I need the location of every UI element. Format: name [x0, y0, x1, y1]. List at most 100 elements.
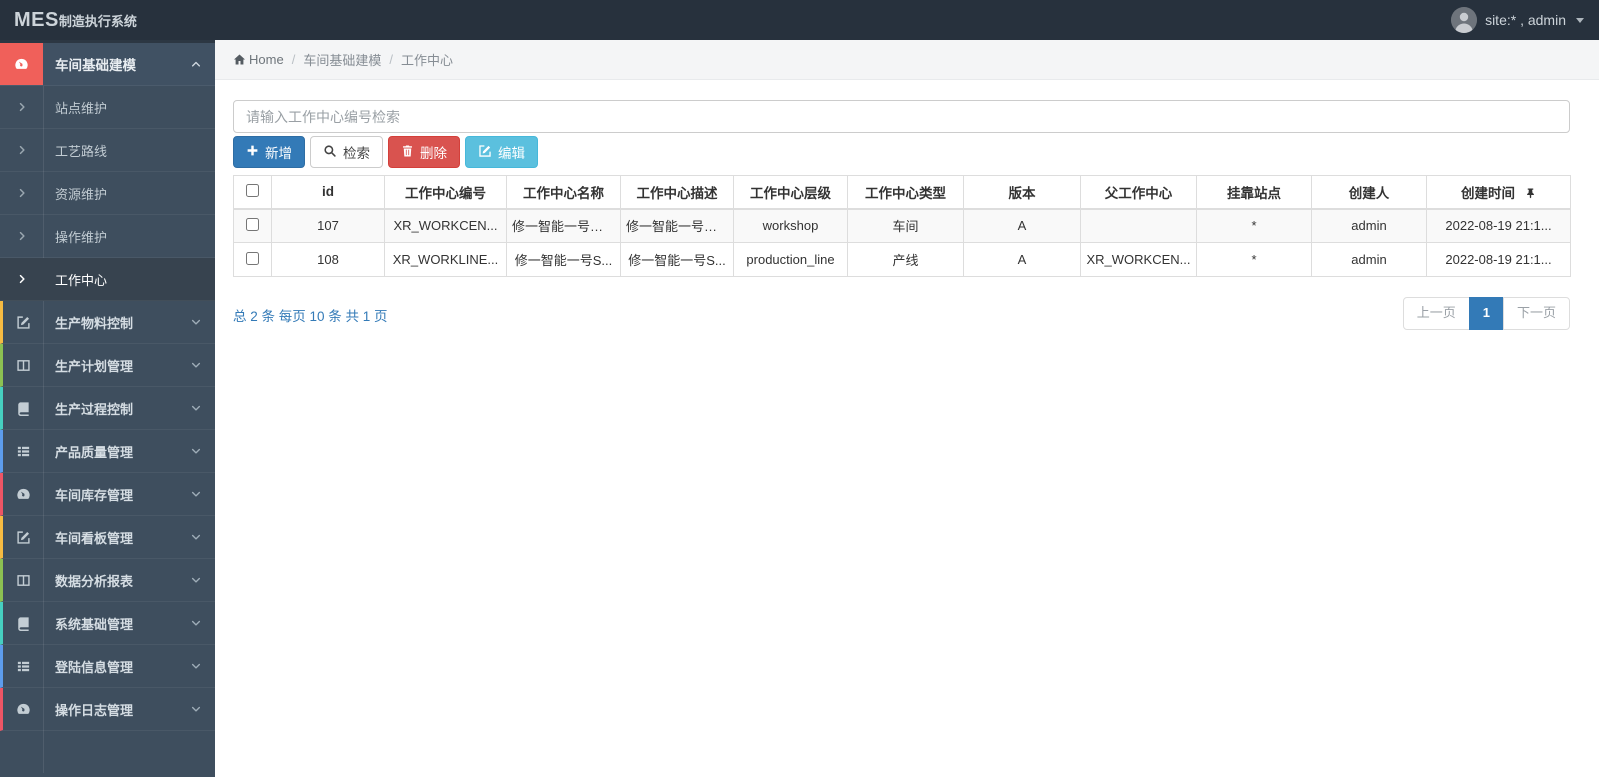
column-header-父工作中心: 父工作中心	[1080, 175, 1197, 210]
sidebar-group-车间库存管理[interactable]: 车间库存管理	[0, 473, 215, 516]
sidebar-group-车间看板管理[interactable]: 车间看板管理	[0, 516, 215, 559]
column-header-label: 工作中心名称	[523, 185, 604, 201]
add-button[interactable]: 新增	[233, 136, 305, 168]
column-header-工作中心类型: 工作中心类型	[847, 175, 964, 210]
caret-down-icon	[1576, 17, 1584, 23]
chevron-up-icon	[190, 58, 202, 70]
table-cell: 产线	[847, 242, 964, 277]
column-header-工作中心名称: 工作中心名称	[506, 175, 621, 210]
sidebar-group-workshop-modeling[interactable]: 车间基础建模	[0, 40, 215, 86]
pencil-square-icon	[16, 315, 31, 330]
edit-button[interactable]: 编辑	[465, 136, 538, 168]
sidebar-group-生产物料控制[interactable]: 生产物料控制	[0, 301, 215, 344]
content-area: 新增 检索 删除 编辑 id 工作中心编号 工作中心名称 工作中心描述 工作中心层级 工作…	[215, 100, 1599, 330]
table-cell: 修一智能一号S...	[506, 242, 621, 277]
list-icon	[16, 659, 31, 674]
table-cell: 车间	[847, 208, 964, 243]
sidebar-group-label: 产品质量管理	[55, 444, 134, 460]
table-cell: A	[963, 208, 1081, 243]
plus-icon	[246, 144, 259, 160]
search-input[interactable]	[233, 100, 1570, 133]
sidebar-group-生产过程控制[interactable]: 生产过程控制	[0, 387, 215, 430]
gauge-icon	[14, 57, 29, 72]
search-button[interactable]: 检索	[310, 136, 383, 168]
sidebar-group-label: 生产物料控制	[55, 315, 134, 331]
table-cell: XR_WORKCEN...	[384, 208, 507, 243]
column-header-版本: 版本	[963, 175, 1081, 210]
prev-page-button[interactable]: 上一页	[1402, 297, 1470, 330]
row-checkbox[interactable]	[246, 217, 259, 231]
pencil-square-icon	[16, 530, 31, 545]
sidebar-group-label: 系统基础管理	[55, 616, 134, 632]
chevron-right-icon	[16, 273, 28, 285]
chevron-right-icon	[16, 101, 28, 113]
row-select-cell	[233, 208, 272, 243]
sidebar-item-工作中心-active[interactable]: 工作中心	[0, 258, 215, 301]
row-checkbox[interactable]	[246, 251, 259, 265]
table-cell: 107	[271, 208, 385, 243]
next-page-button[interactable]: 下一页	[1502, 297, 1570, 330]
column-header-工作中心编号: 工作中心编号	[384, 175, 507, 210]
chevron-down-icon	[190, 359, 202, 371]
column-header-工作中心层级: 工作中心层级	[733, 175, 848, 210]
chevron-down-icon	[190, 660, 202, 672]
select-all-header-cell	[233, 175, 272, 210]
sidebar-group-登陆信息管理[interactable]: 登陆信息管理	[0, 645, 215, 688]
sidebar-item-资源维护[interactable]: 资源维护	[0, 172, 215, 215]
sidebar-item-操作维护[interactable]: 操作维护	[0, 215, 215, 258]
chevron-down-icon	[190, 488, 202, 500]
table-cell: workshop	[733, 208, 848, 243]
sidebar-item-工艺路线[interactable]: 工艺路线	[0, 129, 215, 172]
chevron-down-icon	[190, 316, 202, 328]
page-1-button[interactable]: 1	[1468, 297, 1504, 330]
delete-button[interactable]: 删除	[388, 136, 460, 168]
sidebar-group-label: 车间库存管理	[55, 487, 134, 503]
select-all-checkbox[interactable]	[246, 183, 259, 197]
column-header-label: 工作中心层级	[750, 185, 831, 201]
breadcrumb-link[interactable]: 车间基础建模	[303, 50, 381, 69]
sidebar-group-产品质量管理[interactable]: 产品质量管理	[0, 430, 215, 473]
table-cell: 修一智能一号车间	[506, 208, 621, 243]
column-header-label: 挂靠站点	[1227, 185, 1281, 201]
table-cell: 2022-08-19 21:1...	[1426, 242, 1571, 277]
table-cell: 2022-08-19 21:1...	[1426, 208, 1571, 243]
chevron-down-icon	[190, 531, 202, 543]
pager: 上一页 1 下一页	[1402, 297, 1570, 330]
column-header-挂靠站点: 挂靠站点	[1196, 175, 1312, 210]
active-group-icon-block	[0, 43, 43, 85]
sidebar-item-label: 站点维护	[55, 100, 108, 116]
row-select-cell	[233, 242, 272, 277]
column-header-label: 工作中心描述	[636, 185, 718, 201]
sidebar-item-label: 操作维护	[55, 229, 108, 245]
home-icon	[233, 53, 246, 66]
table-cell: 108	[271, 242, 385, 277]
sidebar-group-操作日志管理[interactable]: 操作日志管理	[0, 688, 215, 731]
sidebar-group-数据分析报表[interactable]: 数据分析报表	[0, 559, 215, 602]
column-header-label: 版本	[1008, 185, 1036, 201]
user-menu[interactable]: site:* , admin	[1451, 7, 1584, 33]
table-row[interactable]: 108 XR_WORKLINE... 修一智能一号S... 修一智能一号S... pro…	[233, 242, 1571, 277]
table-cell: *	[1196, 242, 1312, 277]
columns-icon	[16, 358, 31, 373]
pin-icon[interactable]	[1525, 187, 1536, 199]
app-logo-primary: MES	[14, 8, 59, 31]
sidebar-item-站点维护[interactable]: 站点维护	[0, 86, 215, 129]
chevron-right-icon	[16, 230, 28, 242]
app-logo[interactable]: MES 制造执行系统	[14, 9, 137, 32]
sidebar-group-系统基础管理[interactable]: 系统基础管理	[0, 602, 215, 645]
column-header-label: 创建时间	[1461, 185, 1515, 201]
column-header-创建人: 创建人	[1311, 175, 1427, 210]
table-cell: admin	[1311, 208, 1427, 243]
breadcrumb-home-link[interactable]: Home	[233, 52, 284, 67]
book-icon	[16, 616, 31, 631]
work-center-table: id 工作中心编号 工作中心名称 工作中心描述 工作中心层级 工作中心类型 版本 父工作中心 挂…	[233, 175, 1571, 277]
sidebar-group-生产计划管理[interactable]: 生产计划管理	[0, 344, 215, 387]
table-row[interactable]: 107 XR_WORKCEN... 修一智能一号车间 修一智能一号车间 workshop…	[233, 208, 1571, 243]
sidebar-item-label: 工作中心	[55, 272, 108, 288]
sidebar-group-label: 生产过程控制	[55, 401, 134, 417]
app-logo-secondary: 制造执行系统	[58, 13, 137, 29]
column-header-label: id	[322, 184, 334, 200]
main-panel: Home / 车间基础建模 / 工作中心 新增 检索 删除 编辑	[215, 40, 1599, 777]
breadcrumb-separator: /	[291, 52, 296, 67]
toolbar: 新增 检索 删除 编辑	[233, 136, 1599, 168]
